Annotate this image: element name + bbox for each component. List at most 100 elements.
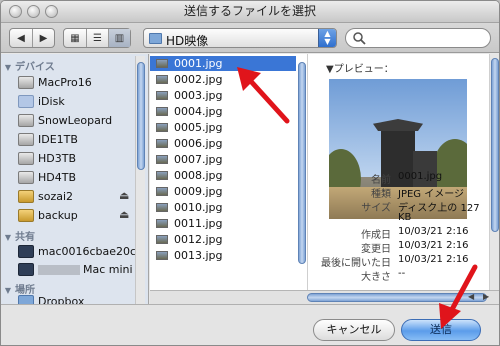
sidebar-item-sozai2[interactable]: sozai2 ⏏ [1, 188, 146, 206]
meta-row: 作成日 10/03/21 2:16 [361, 226, 469, 241]
title-bar: 送信するファイルを選択 [1, 1, 499, 23]
file-row[interactable]: 0003.jpg [150, 88, 296, 103]
file-row[interactable]: 0006.jpg [150, 136, 296, 151]
preview-scrollbar[interactable] [489, 54, 499, 290]
file-name: 0006.jpg [174, 137, 223, 150]
file-row[interactable]: 0010.jpg [150, 200, 296, 215]
scroll-thumb[interactable] [307, 293, 487, 302]
file-row[interactable]: 0013.jpg [150, 248, 296, 263]
column-view-icon: ▥ [114, 32, 125, 44]
sidebar-item-macpro16[interactable]: MacPro16 [1, 74, 146, 92]
back-button[interactable]: ◀ [10, 29, 32, 47]
sidebar-item-backup[interactable]: backup ⏏ [1, 207, 146, 225]
forward-button[interactable]: ▶ [32, 29, 54, 47]
hard-disk-icon [18, 171, 34, 184]
file-chooser-window: 送信するファイルを選択 ◀ ▶ ▦ ☰ ▥ HD映像 ▲ ▼ ▼ デバイス MacP… [0, 0, 500, 346]
cancel-button[interactable]: キャンセル [313, 319, 395, 341]
chevron-right-icon: ▶ [39, 32, 48, 44]
sidebar-item-label: IDE1TB [38, 133, 78, 146]
sidebar-item-dropbox[interactable]: Dropbox [1, 293, 146, 304]
sidebar-item-mac-mini[interactable]: Mac mini [1, 261, 146, 279]
file-row[interactable]: 0012.jpg [150, 232, 296, 247]
meta-row: 変更日 10/03/21 2:16 [361, 240, 469, 255]
hard-disk-icon [18, 152, 34, 165]
sidebar-header-shared[interactable]: ▼ 共有 [1, 228, 35, 243]
send-button[interactable]: 送信 [401, 319, 481, 341]
disclosure-triangle-icon[interactable]: ▼ [1, 233, 15, 242]
eject-icon[interactable]: ⏏ [119, 208, 129, 221]
jpeg-thumbnail-icon [156, 75, 168, 84]
location-popup[interactable]: HD映像 ▲ ▼ [143, 28, 337, 48]
meta-row: 大きさ -- [361, 268, 406, 283]
file-name: 0009.jpg [174, 185, 223, 198]
column-view-button[interactable]: ▥ [108, 29, 130, 47]
zoom-window-button[interactable] [45, 5, 58, 18]
sidebar-item-idisk[interactable]: iDisk [1, 93, 146, 111]
sidebar: ▼ デバイス MacPro16 iDisk SnowLeopard IDE1TB … [1, 54, 149, 304]
meta-row: 最後に開いた日 10/03/21 2:16 [321, 254, 469, 269]
file-row[interactable]: 0008.jpg [150, 168, 296, 183]
file-row[interactable]: 0004.jpg [150, 104, 296, 119]
jpeg-thumbnail-icon [156, 251, 168, 260]
meta-row: KB [398, 212, 412, 223]
sidebar-scrollbar[interactable] [135, 56, 145, 304]
sidebar-item-label: SnowLeopard [38, 114, 113, 127]
jpeg-thumbnail-icon [156, 187, 168, 196]
meta-row: サイズ ディスク上の 127 [361, 203, 480, 214]
computer-icon [18, 76, 34, 89]
scroll-thumb[interactable] [137, 62, 145, 170]
jpeg-thumbnail-icon [156, 235, 168, 244]
sidebar-item-label: HD4TB [38, 171, 77, 184]
close-window-button[interactable] [9, 5, 22, 18]
folder-icon [18, 295, 34, 304]
file-row[interactable]: 0002.jpg [150, 72, 296, 87]
jpeg-thumbnail-icon [156, 91, 168, 100]
list-view-button[interactable]: ☰ [86, 29, 108, 47]
meta-row: 名前 0001.jpg [371, 171, 443, 186]
scroll-thumb[interactable] [491, 58, 499, 232]
preview-pane: ▼プレビュー： 名前 0001.jpg 種類 JPEG イメージ サイズ ディスク上の… [308, 54, 489, 290]
search-field[interactable] [345, 28, 491, 48]
file-name: 0002.jpg [174, 73, 223, 86]
window-title: 送信するファイルを選択 [183, 4, 316, 18]
scroll-thumb[interactable] [298, 62, 306, 264]
icon-view-icon: ▦ [70, 32, 80, 44]
network-computer-icon [18, 263, 34, 276]
search-icon [353, 32, 366, 45]
idisk-icon [18, 95, 34, 108]
icon-view-button[interactable]: ▦ [64, 29, 86, 47]
sidebar-item-mac0016cbae20c8[interactable]: mac0016cbae20c8 [1, 243, 146, 261]
sidebar-item-ide1tb[interactable]: IDE1TB [1, 131, 146, 149]
jpeg-thumbnail-icon [156, 107, 168, 116]
sidebar-item-label: HD3TB [38, 152, 77, 165]
file-name: 0011.jpg [174, 217, 223, 230]
location-label: HD映像 [166, 34, 209, 48]
eject-icon[interactable]: ⏏ [119, 189, 129, 202]
sidebar-item-snowleopard[interactable]: SnowLeopard [1, 112, 146, 130]
disclosure-triangle-icon[interactable]: ▼ [1, 63, 15, 72]
popup-arrows-icon: ▲ ▼ [318, 29, 336, 47]
sidebar-item-hd4tb[interactable]: HD4TB [1, 169, 146, 187]
preview-header[interactable]: ▼プレビュー： [326, 60, 394, 75]
scroll-left-icon[interactable]: ◀ [468, 292, 474, 301]
file-name: 0005.jpg [174, 121, 223, 134]
horizontal-scrollbar[interactable]: ◀ ▶ [150, 290, 499, 304]
minimize-window-button[interactable] [27, 5, 40, 18]
file-row-selected[interactable]: 0001.jpg [150, 56, 296, 71]
sidebar-item-label: Dropbox [38, 295, 85, 304]
scroll-right-icon[interactable]: ▶ [483, 292, 489, 301]
file-name: 0007.jpg [174, 153, 223, 166]
file-row[interactable]: 0009.jpg [150, 184, 296, 199]
file-row[interactable]: 0007.jpg [150, 152, 296, 167]
back-forward-control: ◀ ▶ [9, 28, 55, 48]
sidebar-item-hd3tb[interactable]: HD3TB [1, 150, 146, 168]
file-row[interactable]: 0011.jpg [150, 216, 296, 231]
file-row[interactable]: 0005.jpg [150, 120, 296, 135]
file-name: 0003.jpg [174, 89, 223, 102]
sidebar-item-label: backup [38, 209, 78, 222]
file-column-scrollbar[interactable] [298, 54, 307, 290]
file-name: 0001.jpg [174, 57, 223, 70]
sidebar-header-devices[interactable]: ▼ デバイス [1, 58, 55, 73]
jpeg-thumbnail-icon [156, 219, 168, 228]
jpeg-thumbnail-icon [156, 139, 168, 148]
